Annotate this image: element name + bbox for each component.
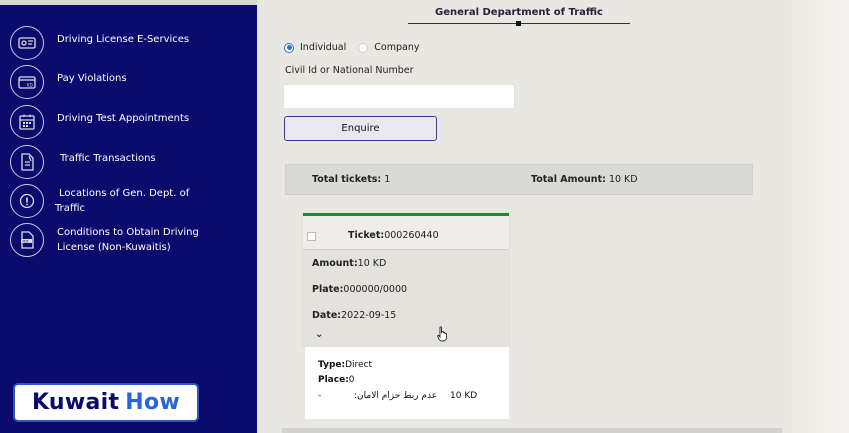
- sidebar-item-pay-violations[interactable]: KD Pay Violations: [10, 65, 127, 99]
- license-card-icon: [10, 26, 44, 60]
- brand-logo: Kuwait How: [13, 383, 199, 422]
- radio-individual[interactable]: [284, 42, 294, 53]
- calendar-icon: [10, 105, 44, 139]
- detail-place: Place:0: [318, 375, 355, 385]
- ticket-details-panel: Type:Direct Place:0 - عدم ربط حزام الاما…: [305, 347, 509, 419]
- header-marker: [516, 21, 521, 26]
- sidebar-item-locations[interactable]: Locations of Gen. Dept. of Traffic: [10, 184, 189, 218]
- page-title: General Department of Traffic: [435, 7, 603, 18]
- sidebar-item-label: Driving Test Appointments: [57, 113, 190, 124]
- radio-company[interactable]: [358, 42, 369, 53]
- ticket-card: Ticket:000260440 Amount:10 KD Plate:0000…: [303, 213, 509, 347]
- ticket-number: Ticket:000260440: [348, 230, 439, 241]
- detail-violation-amount: 10 KD: [450, 391, 478, 401]
- sidebar-item-label: Conditions to Obtain Driving License (No…: [57, 227, 199, 253]
- brand-word-how: How: [125, 390, 181, 415]
- radio-individual-label[interactable]: Individual: [300, 42, 346, 53]
- brand-word-kuwait: Kuwait: [31, 390, 120, 415]
- enquire-button[interactable]: Enquire: [284, 116, 437, 141]
- sidebar-item-label: Traffic Transactions: [60, 153, 156, 164]
- customer-type-radio-group: Individual Company: [284, 42, 419, 53]
- ticket-header: Ticket:000260440: [303, 216, 509, 250]
- sidebar-item-conditions[interactable]: PDF Conditions to Obtain Driving License…: [10, 223, 199, 257]
- sidebar-item-driving-license[interactable]: Driving License E-Services: [10, 26, 189, 60]
- pdf-file-icon: PDF: [10, 223, 44, 257]
- chevron-down-icon[interactable]: ⌄: [315, 329, 323, 340]
- ticket-select-checkbox[interactable]: [307, 232, 316, 241]
- location-icon: [10, 184, 44, 218]
- tickets-summary-bar: Total tickets: 1 Total Amount: 10 KD: [285, 164, 753, 195]
- civil-id-label: Civil Id or National Number: [285, 65, 414, 76]
- total-tickets: Total tickets: 1: [312, 174, 391, 185]
- detail-violation-prefix: -: [318, 391, 322, 401]
- svg-text:KD: KD: [27, 83, 33, 88]
- ticket-amount: Amount:10 KD: [312, 258, 387, 269]
- detail-violation-text: عدم ربط حزام الامان:: [354, 391, 438, 401]
- ticket-date: Date:2022-09-15: [312, 310, 397, 321]
- document-icon: [10, 145, 44, 179]
- radio-company-label[interactable]: Company: [374, 42, 419, 53]
- total-amount: Total Amount: 10 KD: [531, 174, 638, 185]
- payment-card-icon: KD: [10, 65, 44, 99]
- hand-cursor-icon: [437, 326, 447, 342]
- bottom-divider: [282, 428, 782, 433]
- sidebar-item-traffic-transactions[interactable]: Traffic Transactions: [10, 145, 156, 179]
- sidebar-item-label: Locations of Gen. Dept. of Traffic: [55, 188, 190, 214]
- sidebar-top-strip: [0, 0, 257, 5]
- sidebar-item-label: Driving License E-Services: [57, 34, 190, 45]
- right-fade: [780, 0, 849, 433]
- ticket-plate: Plate:000000/0000: [312, 284, 408, 295]
- civil-id-input[interactable]: [283, 84, 515, 109]
- sidebar-item-label: Pay Violations: [57, 73, 127, 84]
- svg-text:PDF: PDF: [23, 239, 29, 243]
- sidebar-item-driving-test[interactable]: Driving Test Appointments: [10, 105, 189, 139]
- detail-type: Type:Direct: [318, 360, 373, 370]
